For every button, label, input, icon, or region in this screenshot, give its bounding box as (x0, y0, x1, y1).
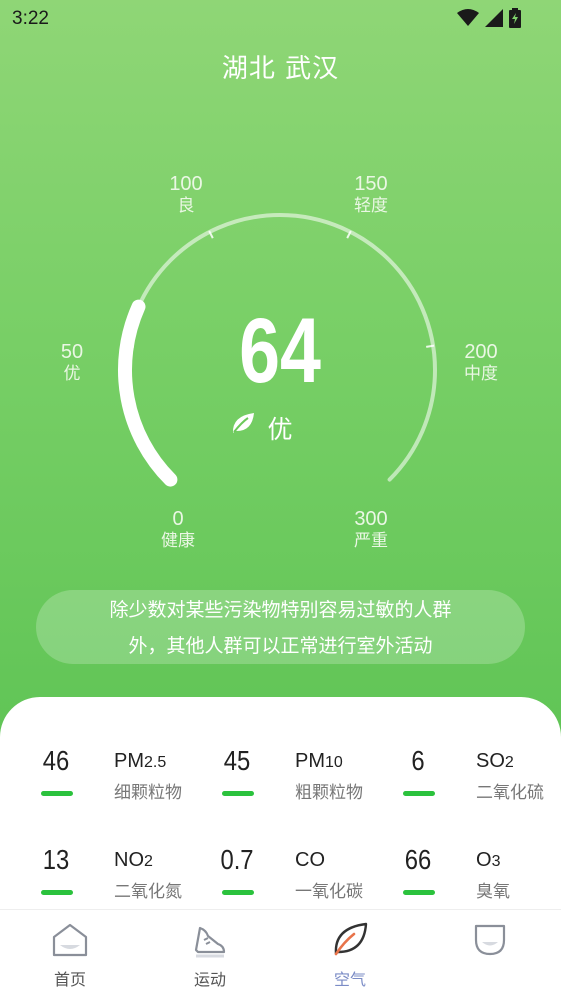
pollutant-code: PM10 (295, 750, 343, 772)
pollutant-name: 二氧化氮 (114, 882, 182, 902)
leaf-icon (232, 413, 254, 433)
pollutant-item[interactable]: 6 SO2 二氧化硫 (382, 745, 552, 805)
tab-air[interactable]: 空气 (280, 910, 420, 999)
aqi-level-text: 优 (267, 415, 293, 444)
bottom-tab-bar: 首页 运动 空气 (0, 909, 561, 999)
pollutant-name: 二氧化硫 (476, 783, 544, 803)
scale-label-50: 50 优 (60, 341, 84, 384)
pollutant-code: PM2.5 (114, 750, 167, 772)
status-icons (457, 8, 521, 28)
tab-sport-label: 运动 (193, 970, 226, 989)
pollutant-code: CO (295, 849, 325, 871)
pollutant-value: 45 (223, 745, 251, 776)
aqi-level: 优 (230, 410, 330, 446)
pollutant-item[interactable]: 0.7 CO 一氧化碳 (201, 844, 371, 904)
scale-label-0: 0 健康 (161, 508, 195, 551)
pollutant-value: 13 (42, 844, 70, 875)
pollutant-level-bar (41, 890, 73, 895)
pollutant-item[interactable]: 45 PM10 粗颗粒物 (201, 745, 371, 805)
pollutant-item[interactable]: 46 PM2.5 细颗粒物 (20, 745, 190, 805)
home-icon (52, 923, 88, 957)
pollutant-level-bar (41, 791, 73, 796)
wifi-icon (457, 9, 479, 26)
gauge-tick (125, 344, 134, 348)
tab-air-label: 空气 (333, 970, 366, 989)
scale-label-200: 200 中度 (464, 341, 498, 384)
tab-sport[interactable]: 运动 (140, 910, 280, 999)
health-advice: 除少数对某些污染物特别容易过敏的人群 外，其他人群可以正常进行室外活动 (36, 590, 525, 664)
pollutant-value: 66 (404, 844, 432, 875)
gauge-progress (118, 299, 178, 487)
pollutant-item[interactable]: 13 NO2 二氧化氮 (20, 844, 190, 904)
sneaker-icon (194, 926, 226, 958)
pollutant-item[interactable]: 66 O3 臭氧 (382, 844, 552, 904)
battery-icon (509, 8, 521, 28)
status-bar: 3:22 (0, 0, 561, 40)
aqi-value: 64 (239, 300, 321, 402)
scale-label-150: 150 轻度 (354, 173, 388, 216)
pollutant-code: NO2 (114, 849, 153, 871)
status-time: 3:22 (12, 8, 49, 29)
scale-label-100: 100 良 (169, 173, 203, 216)
signal-icon (485, 9, 503, 27)
city-title: 湖北 武汉 (221, 54, 340, 84)
pollutant-level-bar (222, 890, 254, 895)
aqi-gauge: 0 健康 50 优 100 良 150 轻度 200 中度 300 严重 64 优 (0, 160, 561, 580)
pollutant-code: SO2 (476, 750, 514, 772)
scale-label-300: 300 严重 (354, 508, 388, 551)
pollutant-value: 0.7 (220, 844, 254, 875)
pollutant-value: 46 (42, 745, 70, 776)
advice-line-2: 外，其他人群可以正常进行室外活动 (128, 635, 433, 657)
pollutant-level-bar (403, 890, 435, 895)
pollutant-name: 细颗粒物 (114, 783, 182, 803)
gauge-tick (426, 344, 435, 348)
pollutant-name: 一氧化碳 (295, 882, 363, 902)
tab-home-label: 首页 (53, 970, 86, 989)
pollutant-code: O3 (476, 849, 501, 871)
tab-profile[interactable] (420, 910, 560, 999)
pollutant-name: 臭氧 (476, 882, 510, 902)
tab-home[interactable]: 首页 (0, 910, 140, 999)
pollutant-value: 6 (411, 745, 425, 776)
pollutants-card: 46 PM2.5 细颗粒物 45 PM10 粗颗粒物 6 SO2 二氧化硫 13 NO2 二氧化氮 0.… (0, 697, 561, 909)
profile-icon (474, 924, 506, 956)
pollutant-level-bar (222, 791, 254, 796)
pollutant-name: 粗颗粒物 (295, 783, 363, 803)
leaf-icon (334, 922, 368, 956)
advice-line-1: 除少数对某些污染物特别容易过敏的人群 (109, 599, 452, 621)
pollutant-level-bar (403, 791, 435, 796)
